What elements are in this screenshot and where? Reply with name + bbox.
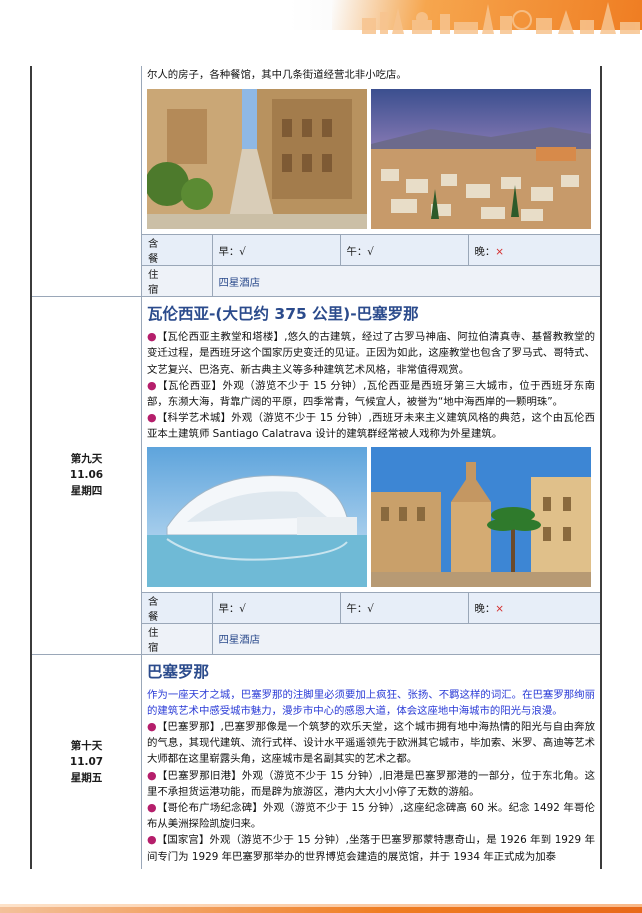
day10-item-3: ●【哥伦布广场纪念碑】外观（游览不少于 15 分钟）,这座纪念碑高 60 米。纪… bbox=[147, 801, 595, 831]
day8-content: 尔人的房子，各种餐馆，其中几条街道经营北非小吃店。 含 餐 早：√ 午：√ 晚：… bbox=[142, 66, 600, 297]
breakfast-cell: 早：√ bbox=[212, 591, 341, 624]
day9-meal-table: 含 餐 早：√ 午：√ 晚：× 住 宿 四星酒店 bbox=[142, 591, 600, 654]
header-banner bbox=[0, 0, 642, 38]
day9-date: 11.06 bbox=[69, 469, 104, 482]
day9-row: 第九天 11.06 星期四 瓦伦西亚-(大巴约 375 公里)-巴塞罗那 ●【瓦… bbox=[32, 297, 600, 655]
lodging-label: 住 宿 bbox=[142, 265, 213, 297]
day10-day-cell: 第十天 11.07 星期五 bbox=[32, 654, 142, 869]
day8-day-cell bbox=[32, 66, 142, 297]
bullet-icon: ● bbox=[147, 411, 157, 425]
footer-banner bbox=[0, 901, 642, 913]
day10-content: 巴塞罗那 作为一座天才之城，巴塞罗那的注脚里必须要加上疯狂、张扬、不羁这样的词汇… bbox=[142, 655, 600, 869]
breakfast-cell: 早：√ bbox=[212, 234, 341, 266]
bullet-icon: ● bbox=[147, 768, 157, 782]
meal-label: 含 餐 bbox=[142, 591, 213, 624]
day9-weekday: 星期四 bbox=[70, 485, 103, 498]
bullet-icon: ● bbox=[147, 801, 157, 815]
bullet-icon: ● bbox=[147, 378, 158, 392]
day9-day-label: 第九天 bbox=[70, 453, 103, 466]
day10-item-1: ●【巴塞罗那】,巴塞罗那像是一个筑梦的欢乐天堂，这个城市拥有地中海热情的阳光与自… bbox=[147, 720, 595, 766]
bullet-icon: ● bbox=[147, 330, 157, 344]
day10-weekday: 星期五 bbox=[70, 771, 103, 784]
day10-item-4: ●【国家宫】外观（游览不少于 15 分钟）,坐落于巴塞罗那蒙特惠奇山，是 192… bbox=[147, 833, 595, 863]
dinner-prefix: 晚： bbox=[474, 245, 496, 258]
granada-albaicin-sunset-photo bbox=[371, 89, 591, 230]
dinner-cell: 晚：× bbox=[468, 591, 600, 624]
day8-photos bbox=[147, 89, 595, 230]
day9-item-2: ●【瓦伦西亚】外观（游览不少于 15 分钟）,瓦伦西亚是西班牙第三大城市，位于西… bbox=[147, 378, 595, 409]
day9-day-cell: 第九天 11.06 星期四 bbox=[32, 297, 142, 654]
cross-icon: × bbox=[495, 603, 504, 616]
day9-content: 瓦伦西亚-(大巴约 375 公里)-巴塞罗那 ●【瓦伦西亚主教堂和塔楼】,悠久的… bbox=[142, 297, 600, 654]
lunch-cell: 午：√ bbox=[340, 234, 469, 266]
footer-orange-band bbox=[0, 907, 642, 913]
day10-intro: 作为一座天才之城，巴塞罗那的注脚里必须要加上疯狂、张扬、不羁这样的词汇。在巴塞罗… bbox=[147, 688, 595, 717]
day9-item-1: ●【瓦伦西亚主教堂和塔楼】,悠久的古建筑，经过了古罗马神庙、阿拉伯清真寺、基督教… bbox=[147, 330, 595, 376]
hotel-cell: 四星酒店 bbox=[212, 622, 600, 654]
cross-icon: × bbox=[495, 245, 504, 258]
day10-title: 巴塞罗那 bbox=[147, 662, 210, 681]
day10-item-2: ●【巴塞罗那旧港】外观（游览不少于 15 分钟）,旧港是巴塞罗那港的一部分，位于… bbox=[147, 768, 595, 798]
lodging-label: 住 宿 bbox=[142, 622, 213, 654]
day8-row: 尔人的房子，各种餐馆，其中几条街道经营北非小吃店。 含 餐 早：√ 午：√ 晚：… bbox=[32, 66, 600, 298]
city-of-arts-and-sciences-photo bbox=[147, 446, 367, 587]
dinner-cell: 晚：× bbox=[468, 234, 600, 266]
day9-photos bbox=[147, 446, 595, 587]
itinerary-table: 尔人的房子，各种餐馆，其中几条街道经营北非小吃店。 含 餐 早：√ 午：√ 晚：… bbox=[30, 66, 602, 869]
bullet-icon: ● bbox=[147, 720, 157, 734]
day10-row: 第十天 11.07 星期五 巴塞罗那 作为一座天才之城，巴塞罗那的注脚里必须要加… bbox=[32, 654, 600, 869]
hotel-cell: 四星酒店 bbox=[212, 265, 600, 297]
day10-date: 11.07 bbox=[69, 755, 104, 768]
lunch-cell: 午：√ bbox=[340, 591, 469, 624]
valencia-cathedral-plaza-photo bbox=[371, 446, 591, 587]
day9-title: 瓦伦西亚-(大巴约 375 公里)-巴塞罗那 bbox=[147, 305, 419, 324]
day8-meal-table: 含 餐 早：√ 午：√ 晚：× 住 宿 四星酒店 bbox=[142, 234, 600, 297]
day10-day-label: 第十天 bbox=[70, 739, 103, 752]
day9-item-3: ●【科学艺术城】外观（游览不少于 15 分钟）,西班牙未来主义建筑风格的典范，这… bbox=[147, 411, 595, 441]
bullet-icon: ● bbox=[147, 833, 157, 847]
day8-tail-text: 尔人的房子，各种餐馆，其中几条街道经营北非小吃店。 bbox=[147, 69, 407, 81]
city-skyline-icon bbox=[362, 2, 640, 34]
meal-label: 含 餐 bbox=[142, 234, 213, 266]
dinner-prefix: 晚： bbox=[474, 603, 496, 616]
cordoba-mezquita-street-photo bbox=[147, 89, 367, 230]
